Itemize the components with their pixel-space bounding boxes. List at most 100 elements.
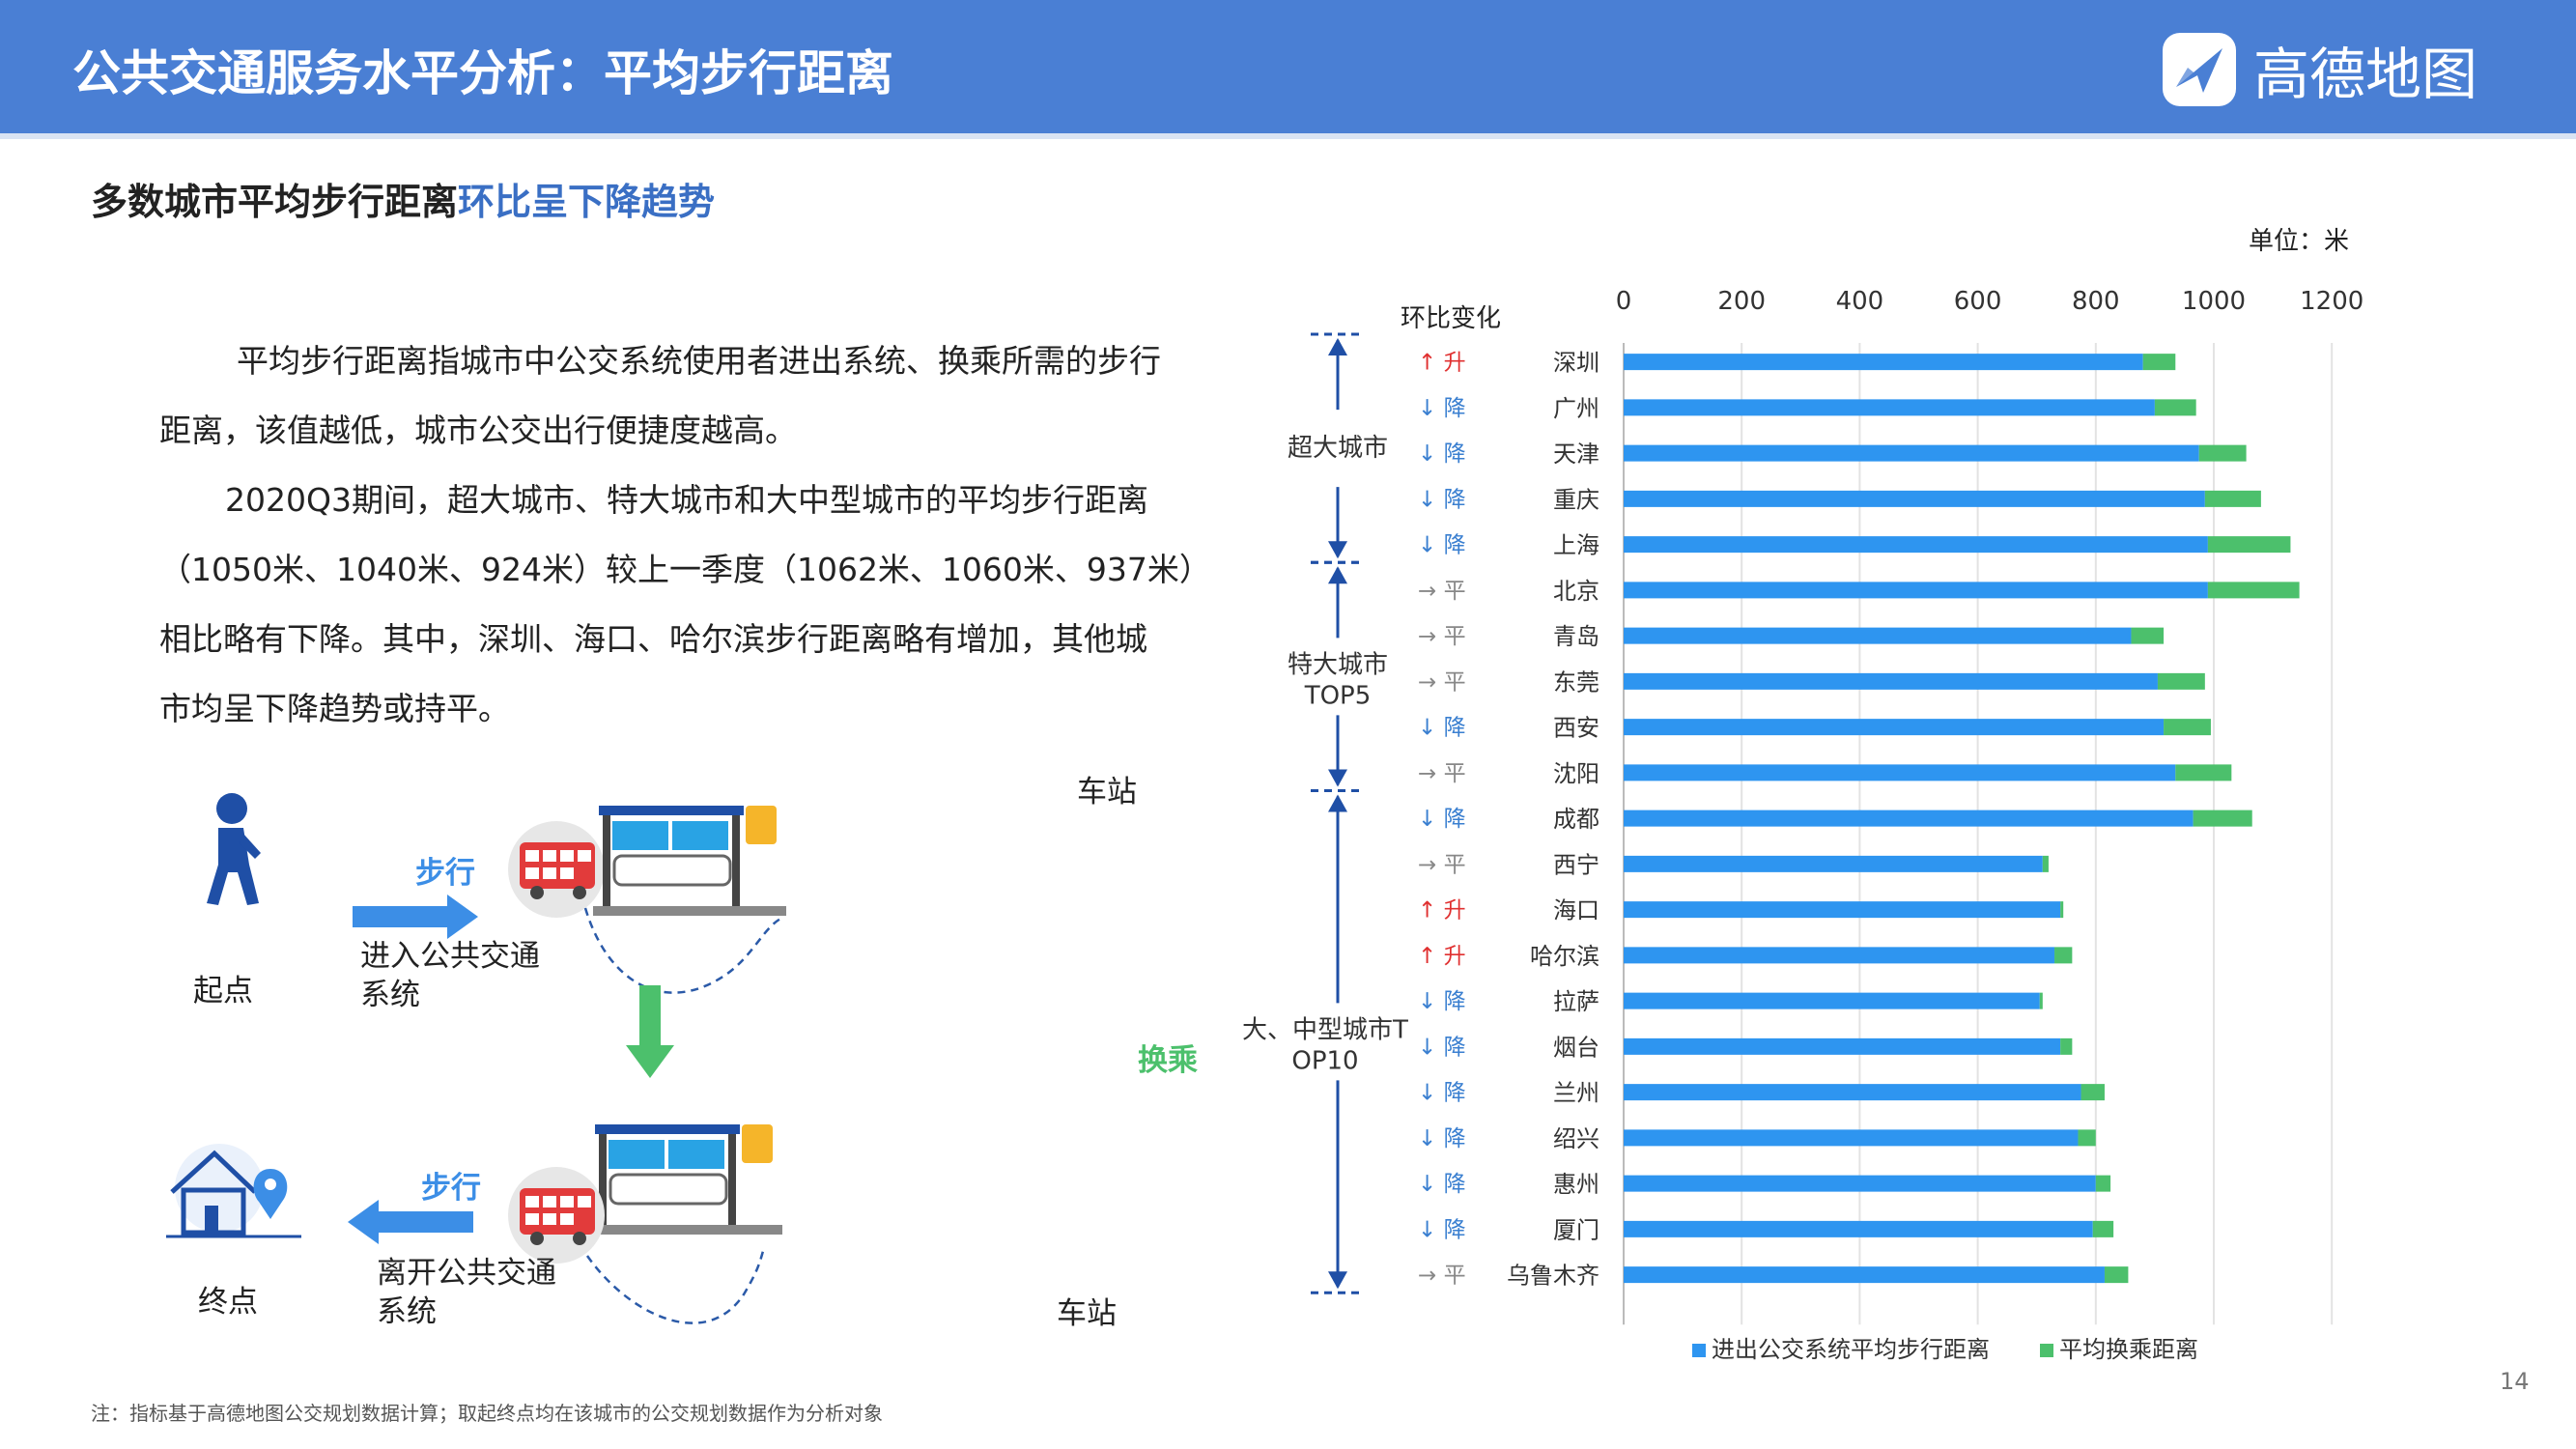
bar-walk — [1624, 1266, 2105, 1284]
section-subtitle: 多数城市平均步行距离环比呈下降趋势 — [91, 172, 715, 225]
subtitle-highlight: 环比呈下降趋势 — [458, 181, 716, 223]
enter-system-label: 进入公共交通系统 — [360, 939, 540, 1012]
bar-transfer — [2054, 947, 2073, 964]
bar-transfer — [2081, 1084, 2105, 1101]
change-indicator: ↓ 降 — [1418, 1081, 1466, 1106]
bar-walk — [1624, 992, 2040, 1009]
category-label: 上海 — [1553, 532, 1599, 559]
bar-walk — [1624, 444, 2199, 462]
bar-transfer — [2042, 855, 2049, 872]
change-indicator: → 平 — [1418, 579, 1466, 604]
group-arrow-head — [1328, 769, 1347, 787]
change-indicator: → 平 — [1418, 852, 1466, 877]
category-label: 西宁 — [1553, 851, 1599, 878]
x-tick-label: 400 — [1836, 287, 1884, 316]
bar-walk — [1624, 1037, 2061, 1055]
page-title: 公共交通服务水平分析：平均步行距离 — [72, 45, 893, 101]
x-tick-label: 1200 — [2300, 287, 2364, 316]
walk-label-top: 步行 — [415, 856, 475, 891]
brand-name: 高德地图 — [2253, 42, 2478, 107]
walk-label-bottom: 步行 — [421, 1171, 481, 1206]
bar-transfer — [2193, 810, 2252, 827]
bar-transfer — [2157, 672, 2205, 690]
bar-walk — [1624, 901, 2061, 919]
change-indicator: ↓ 降 — [1418, 441, 1466, 467]
change-indicator: ↓ 降 — [1418, 807, 1466, 832]
legend-swatch-transfer — [2040, 1344, 2053, 1357]
station-label-top: 车站 — [1077, 775, 1137, 810]
station-label-bottom: 车站 — [1057, 1296, 1117, 1331]
category-label: 深圳 — [1553, 350, 1599, 377]
bar-transfer — [2104, 1266, 2129, 1284]
x-tick-label: 200 — [1717, 287, 1766, 316]
change-indicator: ↓ 降 — [1418, 1217, 1466, 1242]
route-dash-bottom — [585, 1250, 765, 1324]
category-label: 东莞 — [1553, 668, 1599, 696]
bar-transfer — [2039, 992, 2043, 1009]
group-label: OP10 — [1291, 1046, 1358, 1075]
x-tick-label: 0 — [1616, 287, 1632, 316]
group-label: 超大城市 — [1288, 434, 1388, 463]
change-header: 环比变化 — [1401, 304, 1501, 333]
end-label: 终点 — [198, 1285, 258, 1320]
bar-transfer — [2131, 627, 2165, 644]
bar-transfer — [2142, 354, 2176, 371]
bar-walk — [1624, 764, 2176, 781]
change-indicator: ↓ 降 — [1418, 1126, 1466, 1151]
bar-walk — [1624, 1084, 2081, 1101]
category-label: 惠州 — [1553, 1171, 1599, 1198]
change-indicator: ↓ 降 — [1418, 487, 1466, 512]
bar-transfer — [2092, 1220, 2114, 1237]
category-label: 成都 — [1553, 806, 1599, 833]
bar-transfer — [2060, 901, 2064, 919]
start-label: 起点 — [193, 974, 253, 1009]
change-indicator: ↓ 降 — [1418, 533, 1466, 558]
bar-transfer — [2204, 490, 2261, 507]
bus-stop-icon — [589, 1124, 782, 1235]
bus-stop-icon — [593, 806, 786, 916]
route-dash-top — [583, 907, 783, 994]
group-arrow-head — [1328, 541, 1347, 559]
change-indicator: ↓ 降 — [1418, 716, 1466, 741]
bar-walk — [1624, 1129, 2079, 1147]
group-label: TOP5 — [1304, 681, 1372, 710]
brand-logo: 高德地图 — [2159, 25, 2477, 114]
legend-swatch-walk — [1692, 1344, 1706, 1357]
category-label: 沈阳 — [1553, 760, 1599, 787]
unit-label: 单位：米 — [2249, 227, 2349, 256]
bar-walk — [1624, 719, 2165, 736]
leave-system-label: 离开公共交通系统 — [377, 1256, 556, 1329]
transfer-label: 换乘 — [1138, 1043, 1198, 1078]
walking-distance-bar-chart: 单位：米环比变化0 200 400 600 800 1000 1200深圳↑ 升广州↓ 降天… — [1242, 227, 2364, 1363]
category-label: 北京 — [1553, 578, 1599, 605]
change-indicator: ↑ 升 — [1418, 898, 1466, 923]
category-label: 乌鲁木齐 — [1507, 1263, 1599, 1290]
category-label: 广州 — [1553, 395, 1599, 422]
bar-walk — [1624, 672, 2158, 690]
category-label: 天津 — [1553, 440, 1599, 468]
bar-walk — [1624, 947, 2055, 964]
x-tick-label: 600 — [1954, 287, 2002, 316]
body-line-5: 相比略有下降。其中，深圳、海口、哈尔滨步行距离略有增加，其他城 — [159, 620, 1147, 658]
footnote: 注：指标基于高德地图公交规划数据计算；取起终点均在该城市的公交规划数据作为分析对… — [91, 1402, 883, 1425]
group-arrow-head — [1328, 794, 1347, 812]
category-label: 青岛 — [1553, 623, 1599, 650]
bar-walk — [1624, 536, 2208, 554]
change-indicator: ↑ 升 — [1418, 351, 1466, 376]
change-indicator: → 平 — [1418, 761, 1466, 786]
change-indicator: ↓ 降 — [1418, 1172, 1466, 1197]
amap-logo-icon — [2163, 33, 2236, 106]
x-tick-label: 800 — [2072, 287, 2120, 316]
category-label: 厦门 — [1553, 1216, 1599, 1243]
bus-icon — [508, 821, 605, 918]
bar-walk — [1624, 399, 2155, 416]
bus-icon — [508, 1167, 605, 1264]
bar-transfer — [2207, 536, 2291, 554]
change-indicator: → 平 — [1418, 669, 1466, 695]
bar-transfer — [2060, 1037, 2073, 1055]
bar-walk — [1624, 1175, 2096, 1192]
legend-label-walk: 进出公交系统平均步行距离 — [1712, 1336, 1990, 1363]
group-arrow-head — [1328, 566, 1347, 584]
bar-walk — [1624, 354, 2143, 371]
home-location-icon — [166, 1144, 301, 1238]
